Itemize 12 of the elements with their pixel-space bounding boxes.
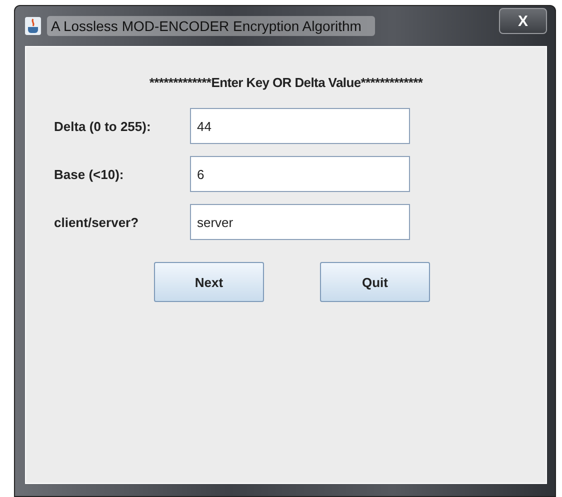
action-button[interactable]: Next xyxy=(154,262,264,302)
field-label: client/server? xyxy=(54,214,140,230)
input-field[interactable]: 44 xyxy=(190,108,410,144)
window-title: A Lossless MOD-ENCODER Encryption Algorithm xyxy=(47,16,375,36)
heading-text: *************Enter Key OR Delta Value************* xyxy=(148,75,424,90)
field-label: Delta (0 to 255): xyxy=(54,118,152,134)
action-button[interactable]: Quit xyxy=(320,262,430,302)
input-field[interactable]: server xyxy=(190,204,410,240)
coffee-cup-icon xyxy=(25,17,41,35)
close-button[interactable]: X xyxy=(499,8,547,34)
field-label: Base (<10): xyxy=(54,166,125,182)
input-field[interactable]: 6 xyxy=(190,156,410,192)
